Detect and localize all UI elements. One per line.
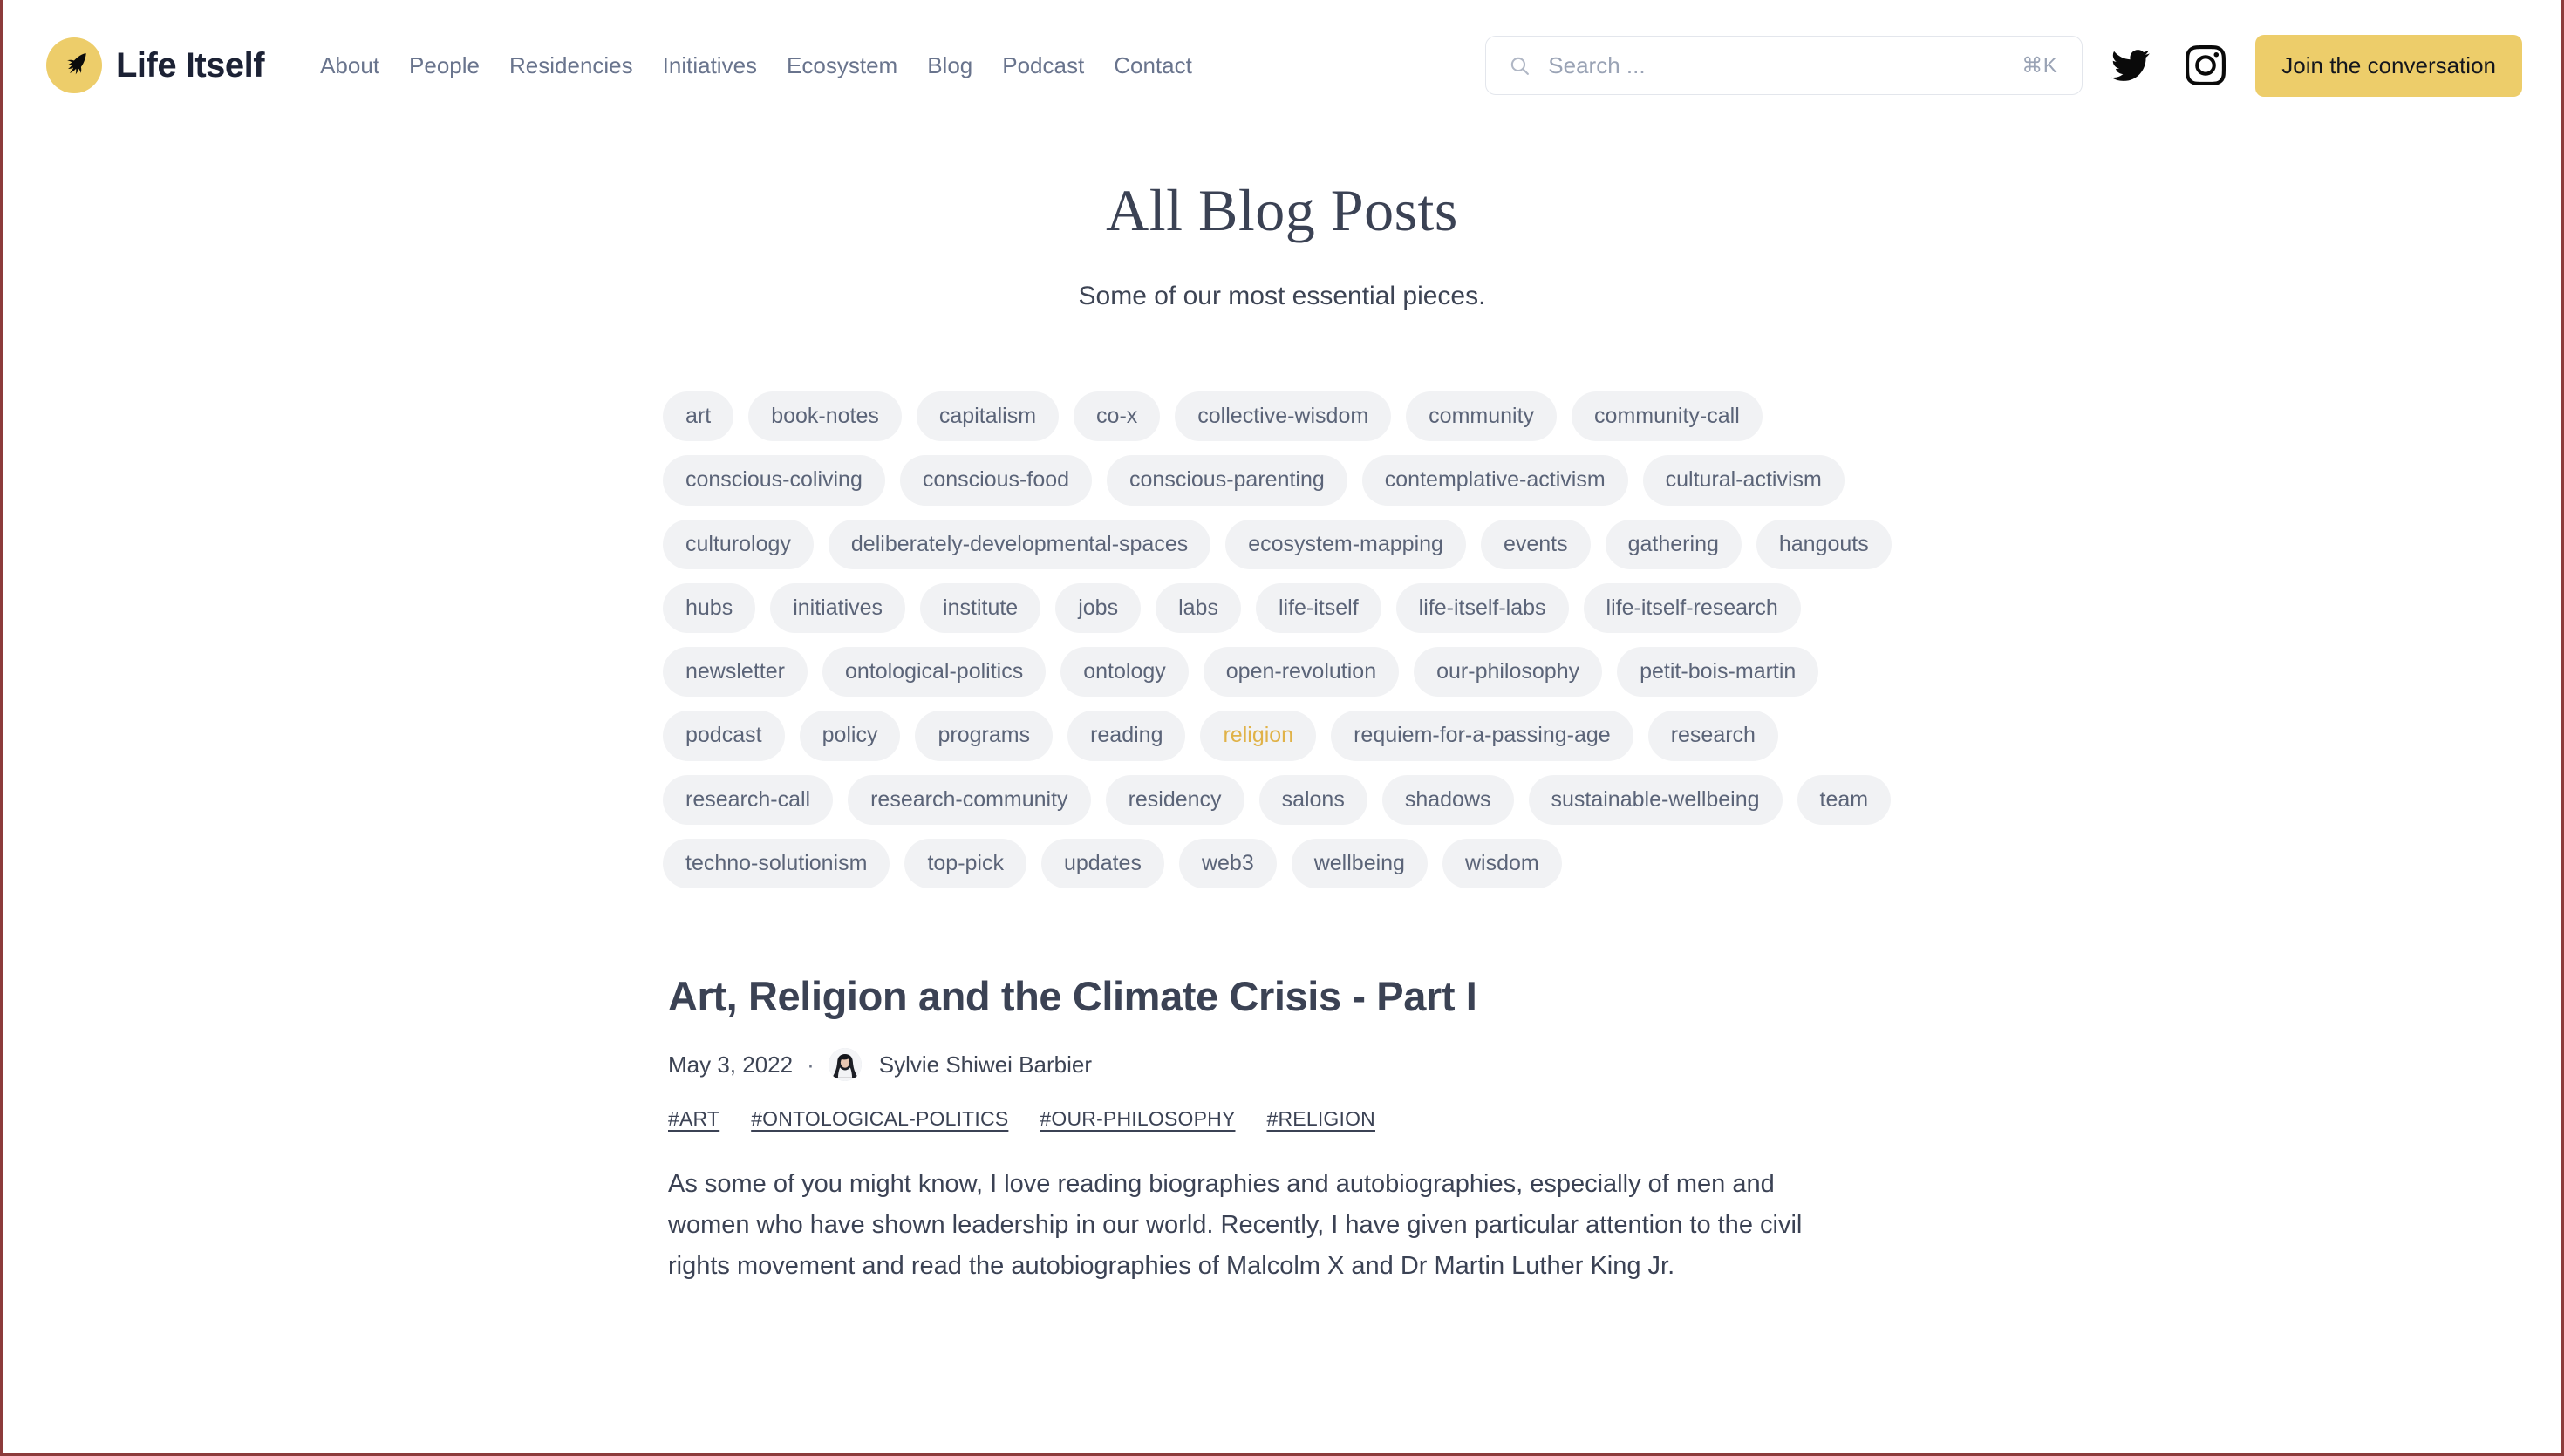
tag-pill-requiem-for-a-passing-age[interactable]: requiem-for-a-passing-age <box>1331 711 1633 761</box>
tag-pill-petit-bois-martin[interactable]: petit-bois-martin <box>1617 647 1819 697</box>
tag-pill-top-pick[interactable]: top-pick <box>904 838 1026 888</box>
nav-item-residencies[interactable]: Residencies <box>509 52 633 79</box>
tag-pill-jobs[interactable]: jobs <box>1055 582 1142 633</box>
tag-cloud: art book-notes capitalism co-x collective-wi… <box>663 391 1901 888</box>
tag-pill-reading[interactable]: reading <box>1067 711 1186 761</box>
tag-pill-religion[interactable]: religion <box>1200 711 1317 761</box>
tag-pill-techno-solutionism[interactable]: techno-solutionism <box>663 838 890 888</box>
tag-pill-research-community[interactable]: research-community <box>848 774 1091 825</box>
post-tag-link[interactable]: #RELIGION <box>1266 1107 1375 1131</box>
tag-pill-our-philosophy[interactable]: our-philosophy <box>1414 647 1603 697</box>
tag-pill-programs[interactable]: programs <box>915 711 1054 761</box>
tag-pill-conscious-food[interactable]: conscious-food <box>899 455 1093 506</box>
page-title: All Blog Posts <box>1106 177 1458 243</box>
header-actions: ⌘K Join the conversation <box>1485 34 2522 97</box>
tag-pill-co-x[interactable]: co-x <box>1074 391 1161 442</box>
post-tag-link[interactable]: #ART <box>668 1107 719 1131</box>
tag-pill-book-notes[interactable]: book-notes <box>748 391 902 442</box>
tag-pill-labs[interactable]: labs <box>1156 582 1241 633</box>
tag-pill-residency[interactable]: residency <box>1105 774 1244 825</box>
brand-logo-link[interactable]: Life Itself <box>46 37 265 93</box>
tag-pill-gathering[interactable]: gathering <box>1605 519 1742 569</box>
tag-pill-updates[interactable]: updates <box>1040 838 1164 888</box>
page-subtitle: Some of our most essential pieces. <box>1078 282 1486 310</box>
tag-pill-shadows[interactable]: shadows <box>1381 774 1514 825</box>
site-header: Life Itself About People Residencies Ini… <box>3 0 2561 131</box>
tag-pill-hubs[interactable]: hubs <box>663 582 756 633</box>
tag-pill-wisdom[interactable]: wisdom <box>1442 838 1562 888</box>
tag-pill-community[interactable]: community <box>1406 391 1558 442</box>
tag-pill-conscious-coliving[interactable]: conscious-coliving <box>663 455 885 506</box>
tag-pill-life-itself-research[interactable]: life-itself-research <box>1583 582 1801 633</box>
post-date: May 3, 2022 <box>668 1051 794 1078</box>
post-title-link[interactable]: Art, Religion and the Climate Crisis - P… <box>668 972 1901 1020</box>
tag-pill-collective-wisdom[interactable]: collective-wisdom <box>1175 391 1392 442</box>
tag-pill-policy[interactable]: policy <box>799 711 901 761</box>
meta-separator: · <box>807 1051 815 1078</box>
tag-pill-wellbeing[interactable]: wellbeing <box>1291 838 1428 888</box>
tag-pill-initiatives[interactable]: initiatives <box>770 582 906 633</box>
nav-item-blog[interactable]: Blog <box>927 52 972 79</box>
tag-pill-team[interactable]: team <box>1797 774 1892 825</box>
post-tag-links: #ART #ONTOLOGICAL-POLITICS #OUR-PHILOSOPHY… <box>668 1107 1901 1131</box>
post-author: Sylvie Shiwei Barbier <box>878 1051 1092 1078</box>
twitter-icon[interactable] <box>2104 38 2158 92</box>
nav-item-podcast[interactable]: Podcast <box>1002 52 1084 79</box>
tag-pill-art[interactable]: art <box>663 391 734 442</box>
tag-pill-ontological-politics[interactable]: ontological-politics <box>822 647 1047 697</box>
join-conversation-button[interactable]: Join the conversation <box>2255 34 2522 97</box>
tag-pill-ecosystem-mapping[interactable]: ecosystem-mapping <box>1225 519 1466 569</box>
tag-pill-hangouts[interactable]: hangouts <box>1756 519 1892 569</box>
search-input[interactable] <box>1548 51 2022 79</box>
page-main: All Blog Posts Some of our most essentia… <box>3 131 2561 1287</box>
tag-pill-life-itself-labs[interactable]: life-itself-labs <box>1395 582 1569 633</box>
nav-item-people[interactable]: People <box>409 52 480 79</box>
tag-pill-newsletter[interactable]: newsletter <box>663 647 808 697</box>
search-box[interactable]: ⌘K <box>1485 36 2083 95</box>
blog-post-item: Art, Religion and the Climate Crisis - P… <box>663 972 1901 1287</box>
tag-pill-culturology[interactable]: culturology <box>663 519 814 569</box>
tag-pill-research-call[interactable]: research-call <box>663 774 834 825</box>
tag-pill-contemplative-activism[interactable]: contemplative-activism <box>1361 455 1628 506</box>
instagram-icon[interactable] <box>2179 38 2233 92</box>
tag-pill-ontology[interactable]: ontology <box>1060 647 1189 697</box>
tag-pill-capitalism[interactable]: capitalism <box>916 391 1060 442</box>
post-tag-link[interactable]: #ONTOLOGICAL-POLITICS <box>751 1107 1008 1131</box>
nav-item-about[interactable]: About <box>320 52 379 79</box>
tag-pill-podcast[interactable]: podcast <box>663 711 785 761</box>
tag-pill-deliberately-developmental-spaces[interactable]: deliberately-developmental-spaces <box>828 519 1211 569</box>
search-shortcut-hint: ⌘K <box>2022 53 2058 78</box>
tag-pill-salons[interactable]: salons <box>1258 774 1367 825</box>
nav-item-contact[interactable]: Contact <box>1114 52 1192 79</box>
tag-pill-cultural-activism[interactable]: cultural-activism <box>1642 455 1845 506</box>
tag-pill-events[interactable]: events <box>1480 519 1591 569</box>
tag-pill-conscious-parenting[interactable]: conscious-parenting <box>1107 455 1347 506</box>
post-excerpt: As some of you might know, I love readin… <box>668 1170 1803 1280</box>
post-meta: May 3, 2022 · Sylvie Shiwei Barbier <box>668 1048 1901 1081</box>
brand-name: Life Itself <box>116 45 265 85</box>
tag-pill-web3[interactable]: web3 <box>1178 838 1277 888</box>
post-tag-link[interactable]: #OUR-PHILOSOPHY <box>1040 1107 1235 1131</box>
avatar <box>828 1048 862 1081</box>
nav-item-ecosystem[interactable]: Ecosystem <box>787 52 897 79</box>
tag-pill-research[interactable]: research <box>1647 711 1778 761</box>
nav-item-initiatives[interactable]: Initiatives <box>663 52 757 79</box>
search-icon <box>1509 55 1531 77</box>
tag-pill-community-call[interactable]: community-call <box>1572 391 1763 442</box>
tag-pill-sustainable-wellbeing[interactable]: sustainable-wellbeing <box>1528 774 1783 825</box>
main-navigation: About People Residencies Initiatives Eco… <box>320 52 1192 79</box>
tag-pill-life-itself[interactable]: life-itself <box>1255 582 1381 633</box>
swallow-bird-icon <box>46 37 102 93</box>
tag-pill-institute[interactable]: institute <box>920 582 1041 633</box>
tag-pill-open-revolution[interactable]: open-revolution <box>1203 647 1400 697</box>
